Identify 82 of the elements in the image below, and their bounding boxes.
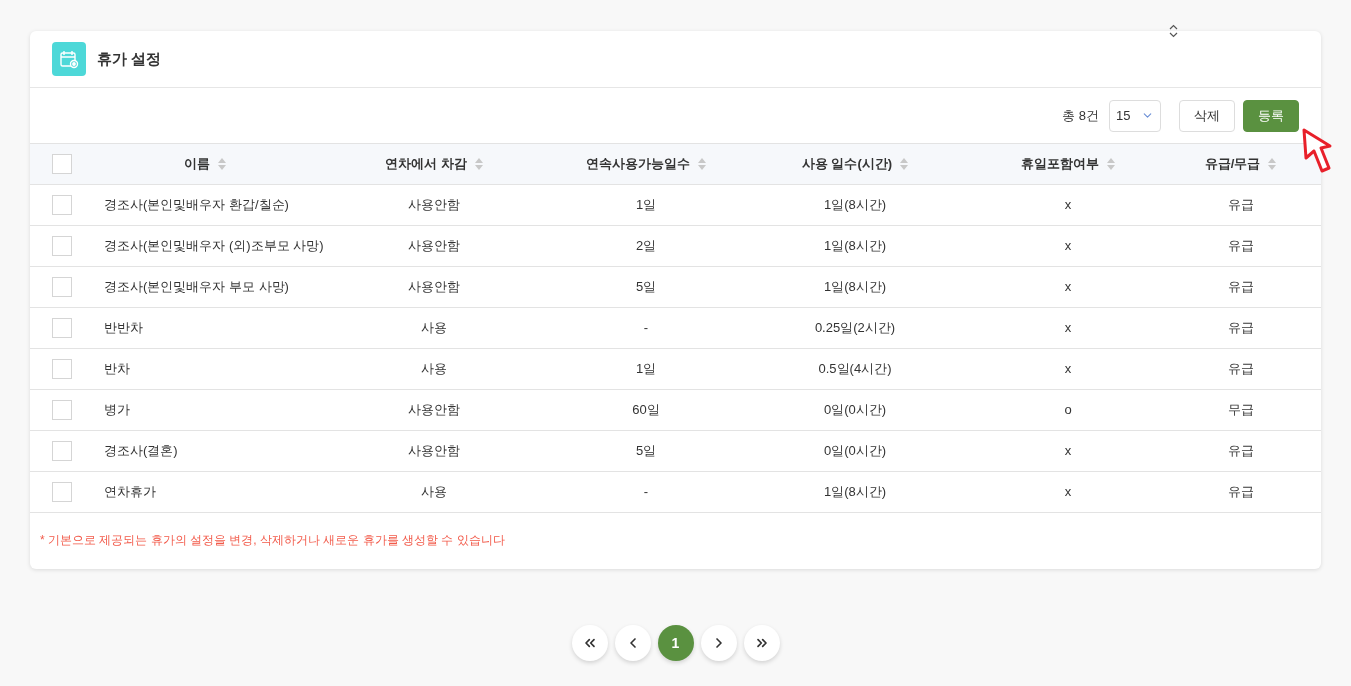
checkbox[interactable] bbox=[52, 482, 72, 502]
first-page-button[interactable] bbox=[571, 625, 608, 661]
table-cell-text: 사용 bbox=[421, 483, 447, 502]
page-button[interactable]: 1 bbox=[657, 625, 694, 661]
checkbox[interactable] bbox=[52, 359, 72, 379]
table-cell-text: x bbox=[1064, 442, 1072, 461]
sort-icon[interactable] bbox=[1107, 158, 1115, 170]
total-count: 총 8건 bbox=[1062, 106, 1099, 125]
table-cell-text: 유급 bbox=[1227, 278, 1254, 297]
table-cell-text: 연차휴가 bbox=[104, 483, 156, 502]
register-button[interactable]: 등록 bbox=[1243, 99, 1299, 132]
last-page-button[interactable] bbox=[743, 625, 780, 661]
table-cell-text: 1일(8시간) bbox=[823, 483, 887, 502]
table-cell-text: 경조사(결혼) bbox=[104, 442, 178, 461]
table-cell-text: 0.25일(2시간) bbox=[814, 319, 896, 338]
column-header: 유급/무급 bbox=[1204, 155, 1261, 174]
sort-icon[interactable] bbox=[900, 158, 909, 170]
info-note: * 기본으로 제공되는 휴가의 설정을 변경, 삭제하거나 새로운 휴가를 생성할 수 있습니다 bbox=[40, 533, 505, 547]
checkbox[interactable] bbox=[52, 277, 72, 297]
table-cell-text: 병가 bbox=[104, 401, 130, 420]
table-cell-text: 1일 bbox=[635, 196, 657, 215]
sort-icon[interactable] bbox=[474, 158, 483, 170]
column-header: 사용 일수(시간) bbox=[801, 155, 893, 174]
table-cell-text: 경조사(본인및배우자 환갑/칠순) bbox=[104, 196, 289, 215]
column-header: 연차에서 차감 bbox=[385, 155, 467, 174]
table-cell-text: x bbox=[1064, 196, 1072, 215]
checkbox[interactable] bbox=[52, 400, 72, 420]
table-cell-text: 5일 bbox=[635, 278, 657, 297]
table-cell-text: 경조사(본인및배우자 (외)조부모 사망) bbox=[104, 237, 324, 256]
checkbox[interactable] bbox=[52, 441, 72, 461]
table-cell-text: 60일 bbox=[632, 401, 660, 420]
table-cell-text: 유급 bbox=[1227, 442, 1254, 461]
table-cell-text: 사용 bbox=[421, 319, 447, 338]
table-cell-text: x bbox=[1064, 360, 1072, 379]
previous-page-button[interactable] bbox=[614, 625, 651, 661]
calendar-icon bbox=[52, 42, 86, 76]
table-cell-text: 사용안함 bbox=[408, 237, 460, 256]
table-cell-text: 0일(0시간) bbox=[823, 401, 887, 420]
table-cell-text: 유급 bbox=[1227, 483, 1254, 502]
table-cell-text: 1일(8시간) bbox=[823, 237, 887, 256]
column-header: 연속사용가능일수 bbox=[586, 155, 690, 174]
table-cell-text: 0.5일(4시간) bbox=[818, 360, 892, 379]
column-header: 이름 bbox=[184, 155, 210, 174]
table-cell-text: x bbox=[1064, 483, 1072, 502]
table-cell-text: 사용안함 bbox=[408, 278, 460, 297]
table-cell-text: 사용 bbox=[421, 360, 447, 379]
card-title: 휴가 설정 bbox=[97, 48, 162, 69]
table-cell-text: 사용안함 bbox=[408, 401, 460, 420]
next-page-button[interactable] bbox=[700, 625, 737, 661]
table-cell-text: 5일 bbox=[635, 442, 657, 461]
table-cell-text: 사용안함 bbox=[408, 442, 460, 461]
table-cell-text: - bbox=[643, 319, 649, 338]
page-size-select[interactable]: 15 bbox=[1109, 99, 1161, 132]
checkbox[interactable] bbox=[52, 318, 72, 338]
table-cell-text: 1일 bbox=[635, 360, 657, 379]
table-cell-text: 2일 bbox=[635, 237, 657, 256]
sort-icon[interactable] bbox=[1268, 158, 1277, 170]
table-cell-text: o bbox=[1064, 401, 1072, 420]
table-cell-text: 유급 bbox=[1227, 319, 1254, 338]
table-cell-text: x bbox=[1064, 237, 1072, 256]
resize-icon bbox=[1169, 24, 1178, 38]
sort-icon[interactable] bbox=[218, 158, 226, 170]
table-cell-text: 1일(8시간) bbox=[823, 196, 887, 215]
table-cell-text: 사용안함 bbox=[408, 196, 460, 215]
table-cell-text: 1일(8시간) bbox=[823, 278, 887, 297]
table-cell-text: 0일(0시간) bbox=[823, 442, 887, 461]
checkbox[interactable] bbox=[52, 154, 72, 174]
checkbox[interactable] bbox=[52, 236, 72, 256]
table-cell-text: 유급 bbox=[1227, 196, 1254, 215]
table-cell-text: 반차 bbox=[104, 360, 130, 379]
delete-button[interactable]: 삭제 bbox=[1179, 99, 1235, 132]
table-cell-text: 유급 bbox=[1227, 360, 1254, 379]
table-cell-text: x bbox=[1064, 319, 1072, 338]
sort-icon[interactable] bbox=[698, 158, 706, 170]
table-cell-text: x bbox=[1064, 278, 1072, 297]
table-cell-text: 유급 bbox=[1227, 237, 1254, 256]
table-cell-text: 경조사(본인및배우자 부모 사망) bbox=[104, 278, 289, 297]
table-cell-text: 무급 bbox=[1227, 401, 1254, 420]
table-cell-text: 반반차 bbox=[104, 319, 143, 338]
table-cell-text: - bbox=[643, 483, 649, 502]
column-header: 휴일포함여부 bbox=[1021, 155, 1099, 174]
checkbox[interactable] bbox=[52, 195, 72, 215]
